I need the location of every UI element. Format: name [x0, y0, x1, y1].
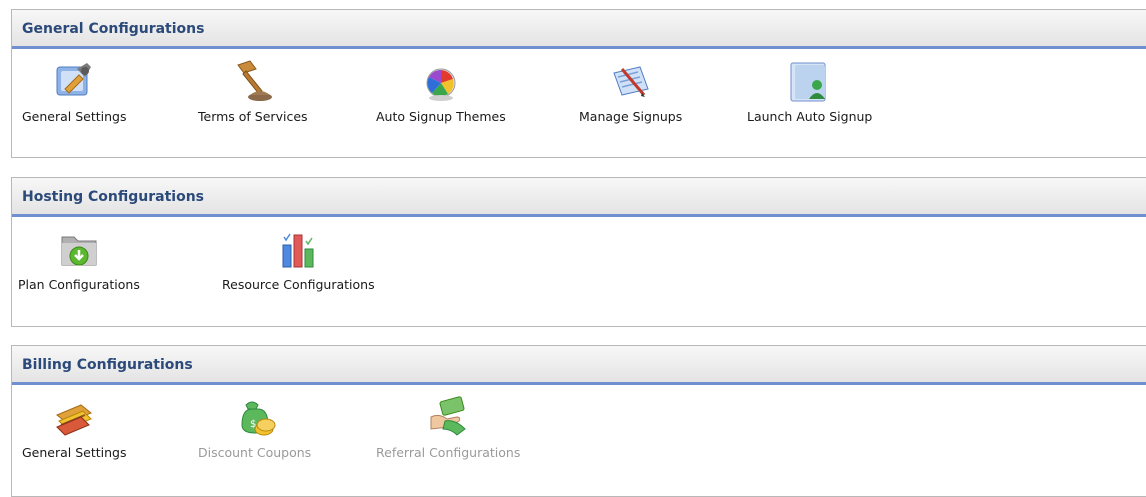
hosting-items: Plan Configurations Resource Configurati…: [12, 217, 1146, 322]
section-title-hosting: Hosting Configurations: [12, 178, 1146, 217]
hand-money-icon: [430, 396, 466, 436]
item-label: General Settings: [22, 445, 127, 460]
section-title-billing: Billing Configurations: [12, 346, 1146, 385]
folder-download-icon: [61, 236, 97, 266]
referral-configurations-button[interactable]: Referral Configurations: [376, 395, 520, 460]
general-configurations-panel: General Configurations General Settings …: [11, 9, 1146, 158]
money-bag-coins-icon: $: [241, 401, 276, 436]
folder-user-icon: [790, 62, 826, 102]
color-palette-icon: [426, 68, 456, 101]
billing-configurations-panel: Billing Configurations General Settings …: [11, 345, 1146, 497]
general-settings-button[interactable]: General Settings: [22, 59, 127, 124]
billing-general-settings-button[interactable]: General Settings: [22, 395, 127, 460]
hosting-configurations-panel: Hosting Configurations Plan Configuratio…: [11, 177, 1146, 327]
item-label: Launch Auto Signup: [747, 109, 873, 124]
manage-signups-button[interactable]: Manage Signups: [579, 59, 682, 124]
signup-form-icon: [612, 66, 649, 97]
auto-signup-themes-button[interactable]: Auto Signup Themes: [376, 59, 506, 124]
item-label: Discount Coupons: [198, 445, 312, 460]
section-title-general: General Configurations: [12, 10, 1146, 49]
plan-configurations-button[interactable]: Plan Configurations: [18, 227, 140, 292]
item-label: Resource Configurations: [222, 277, 375, 292]
item-label: Auto Signup Themes: [376, 109, 506, 124]
settings-wrench-icon: [56, 63, 92, 96]
item-label: Plan Configurations: [18, 277, 140, 292]
item-label: Referral Configurations: [376, 445, 521, 460]
discount-coupons-button[interactable]: $ Discount Coupons: [198, 395, 311, 460]
resource-configurations-button[interactable]: Resource Configurations: [222, 227, 375, 292]
terms-of-services-button[interactable]: Terms of Services: [198, 59, 308, 124]
launch-auto-signup-button[interactable]: Launch Auto Signup: [747, 59, 872, 124]
item-label: Terms of Services: [198, 109, 308, 124]
gavel-icon: [236, 60, 272, 101]
item-label: Manage Signups: [579, 109, 683, 124]
general-items: General Settings Terms of Services Auto …: [12, 49, 1146, 154]
billing-items: General Settings $ Discount Coupons Refe…: [12, 385, 1146, 490]
credit-cards-icon: [56, 404, 93, 436]
bar-chart-check-icon: [282, 233, 314, 268]
item-label: General Settings: [22, 109, 127, 124]
